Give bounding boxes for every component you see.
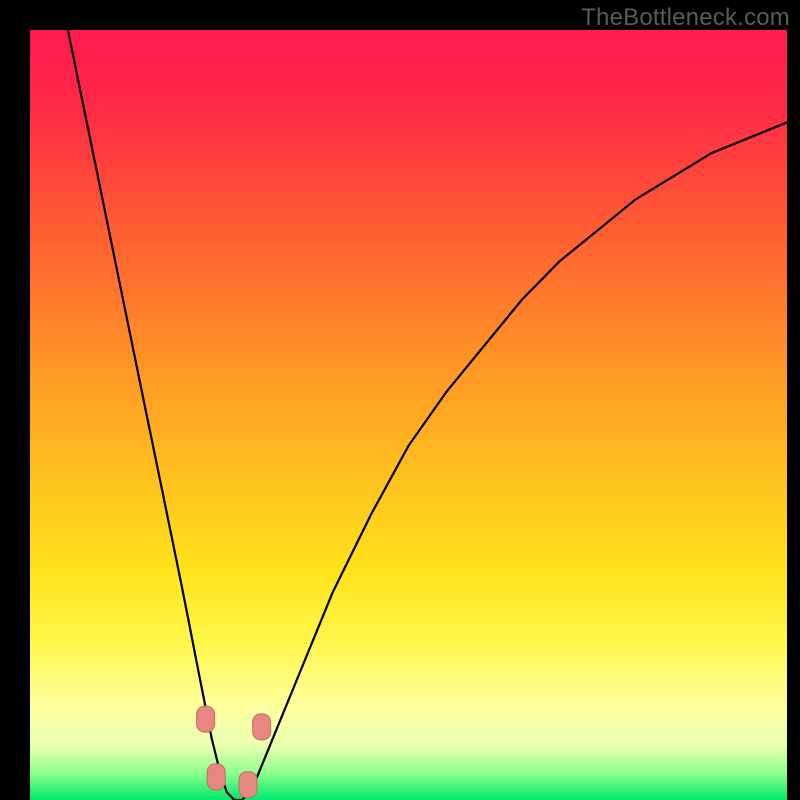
curve-marker [197, 706, 215, 732]
bottleneck-plot [30, 30, 787, 800]
curve-marker [253, 714, 271, 740]
gradient-background [30, 30, 787, 800]
plot-frame [30, 30, 787, 800]
curve-marker [239, 772, 257, 798]
curve-marker [207, 764, 225, 790]
watermark-text: TheBottleneck.com [581, 4, 790, 32]
